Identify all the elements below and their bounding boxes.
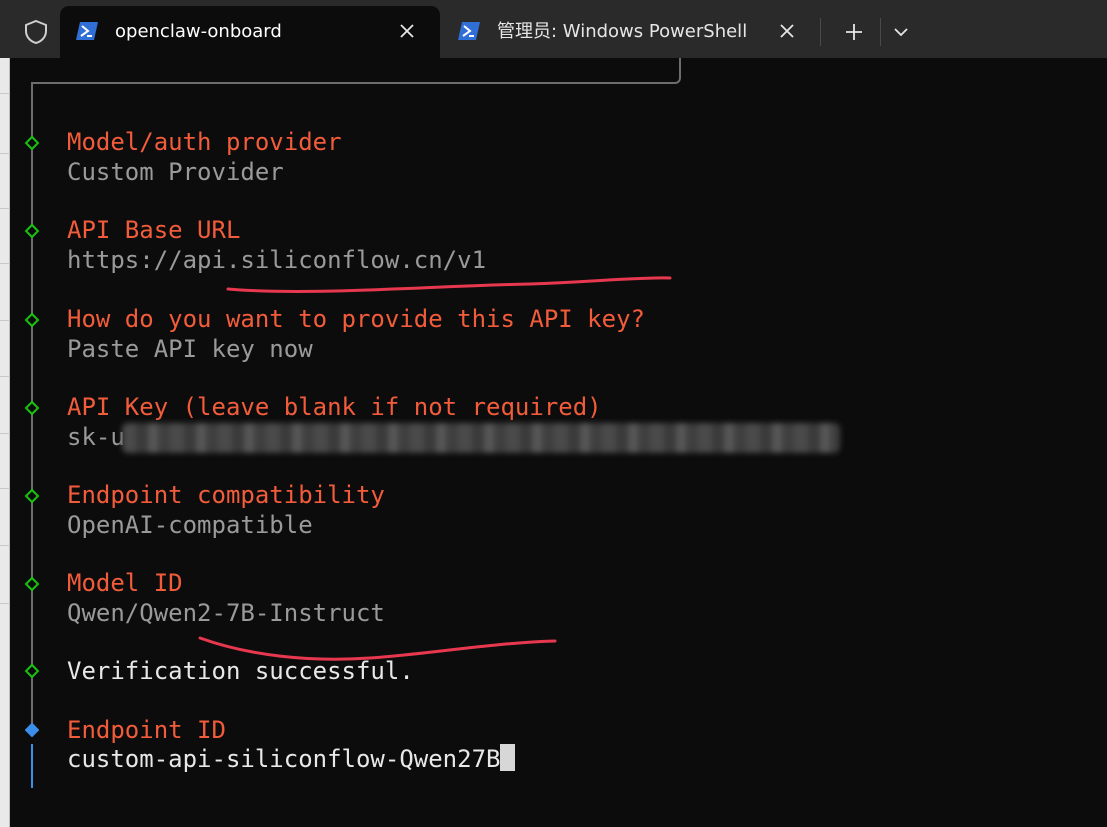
endpoint-id-input[interactable]: custom-api-siliconflow-Qwen27B: [67, 744, 516, 774]
step-label: Model/auth provider: [67, 128, 342, 156]
previous-output-frame: [31, 58, 681, 84]
step-done-diamond-icon: [25, 577, 39, 591]
close-icon[interactable]: [776, 20, 798, 42]
tab-separator: [820, 18, 821, 46]
tab-bar: openclaw-onboard 管理员: Windows PowerShell: [0, 0, 1107, 58]
step-done-diamond-icon: [25, 664, 39, 678]
text-cursor: [500, 744, 516, 771]
step-value: Custom Provider: [67, 158, 284, 186]
terminal-pane[interactable]: Model/auth provider Custom Provider API …: [10, 58, 1107, 827]
step-done-diamond-icon: [25, 401, 39, 415]
tab-title: openclaw-onboard: [115, 21, 282, 42]
tab-openclaw-onboard[interactable]: openclaw-onboard: [60, 6, 440, 58]
prompt-label: Endpoint ID: [67, 716, 226, 744]
step-done-diamond-icon: [25, 224, 39, 238]
powershell-icon: [458, 22, 480, 40]
step-value: Paste API key now: [67, 335, 313, 363]
step-label: Model ID: [67, 569, 183, 597]
verification-status: Verification successful.: [67, 657, 414, 685]
step-label: Endpoint compatibility: [67, 481, 385, 509]
step-label: API Base URL: [67, 216, 241, 244]
chevron-down-icon[interactable]: [888, 20, 914, 44]
tab-windows-powershell[interactable]: 管理员: Windows PowerShell: [442, 6, 816, 58]
step-done-diamond-icon: [25, 313, 39, 327]
step-label: How do you want to provide this API key?: [67, 305, 645, 333]
step-value: https://api.siliconflow.cn/v1: [67, 246, 487, 274]
powershell-icon: [76, 22, 98, 40]
step-label: API Key (leave blank if not required): [67, 393, 602, 421]
active-step-connector-line: [31, 744, 33, 788]
close-icon[interactable]: [396, 20, 418, 42]
api-key-value: sk-u: [67, 423, 125, 451]
shield-icon[interactable]: [22, 18, 50, 46]
step-done-diamond-icon: [25, 136, 39, 150]
new-tab-button[interactable]: [840, 18, 868, 46]
redacted-api-key: [122, 423, 840, 453]
endpoint-id-input-text: custom-api-siliconflow-Qwen27B: [67, 745, 501, 773]
step-value: OpenAI-compatible: [67, 511, 313, 539]
tab-title: 管理员: Windows PowerShell: [497, 21, 748, 42]
background-window-edge: [0, 58, 10, 827]
tab-separator: [880, 18, 881, 46]
step-value: Qwen/Qwen2-7B-Instruct: [67, 599, 385, 627]
active-step-diamond-icon: [25, 723, 39, 737]
step-done-diamond-icon: [25, 489, 39, 503]
